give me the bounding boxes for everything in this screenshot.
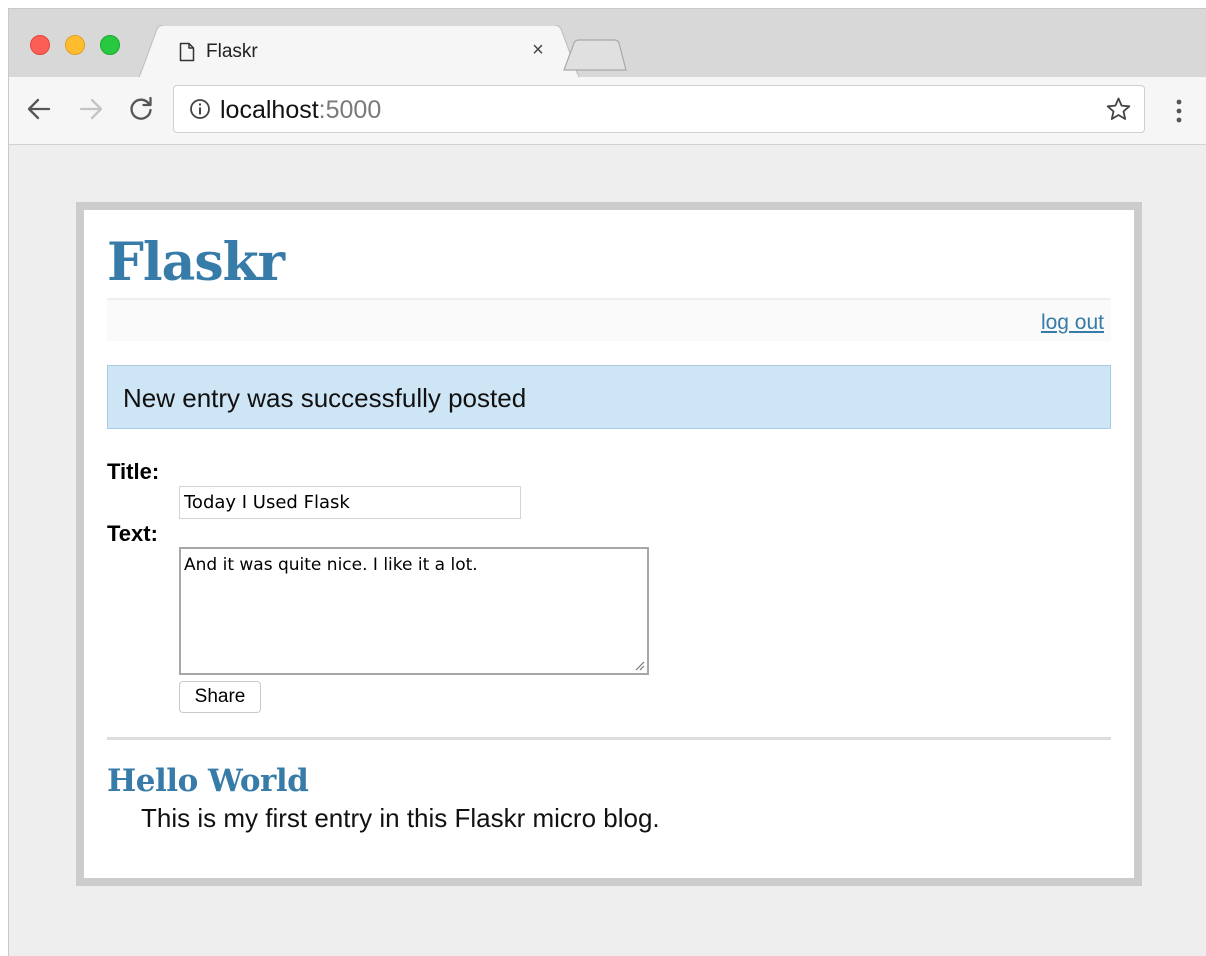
share-button[interactable]: Share (179, 681, 261, 713)
forward-arrow-icon (79, 98, 103, 120)
url-port: :5000 (318, 96, 382, 124)
resize-grip-icon[interactable] (633, 659, 645, 671)
logout-link[interactable]: log out (1041, 311, 1104, 335)
reload-icon (130, 96, 152, 120)
tab-strip: Flaskr × (9, 9, 1206, 78)
info-icon[interactable] (189, 98, 211, 120)
document-icon (179, 42, 195, 62)
url-text[interactable]: localhost:5000 (220, 96, 381, 124)
url-host: localhost (220, 96, 319, 124)
tab-flaskr[interactable]: Flaskr × (139, 25, 579, 78)
entry-title: Hello World (107, 763, 309, 799)
meta-nav: log out (107, 298, 1111, 341)
back-button[interactable] (24, 94, 54, 124)
flash-message-text: New entry was successfully posted (123, 383, 527, 413)
page-viewport: Flaskr log out New entry was successfull… (9, 145, 1206, 956)
new-tab-button[interactable] (562, 39, 628, 71)
browser-window: Flaskr × localhost:5000 Flaskr log out N… (8, 8, 1206, 956)
entry-text: This is my first entry in this Flaskr mi… (141, 803, 660, 833)
entries-divider (107, 737, 1111, 740)
flash-message: New entry was successfully posted (107, 365, 1111, 429)
back-arrow-icon (27, 98, 51, 120)
browser-toolbar: localhost:5000 (9, 77, 1206, 145)
address-bar[interactable]: localhost:5000 (173, 85, 1145, 133)
text-label: Text: (107, 521, 158, 546)
text-area[interactable]: And it was quite nice. I like it a lot. (179, 547, 649, 675)
star-icon[interactable] (1105, 96, 1132, 123)
zoom-window-button[interactable] (100, 35, 120, 55)
minimize-window-button[interactable] (65, 35, 85, 55)
close-window-button[interactable] (30, 35, 50, 55)
page-title: Flaskr (107, 232, 285, 293)
flaskr-page: Flaskr log out New entry was successfull… (76, 202, 1142, 886)
kebab-menu-icon[interactable] (1169, 97, 1189, 125)
title-label: Title: (107, 459, 160, 484)
title-input[interactable] (179, 486, 521, 519)
tab-close-icon[interactable]: × (529, 40, 547, 60)
reload-button[interactable] (126, 94, 156, 124)
tab-title: Flaskr (206, 41, 258, 62)
forward-button[interactable] (76, 94, 106, 124)
tab-shape (139, 25, 579, 78)
